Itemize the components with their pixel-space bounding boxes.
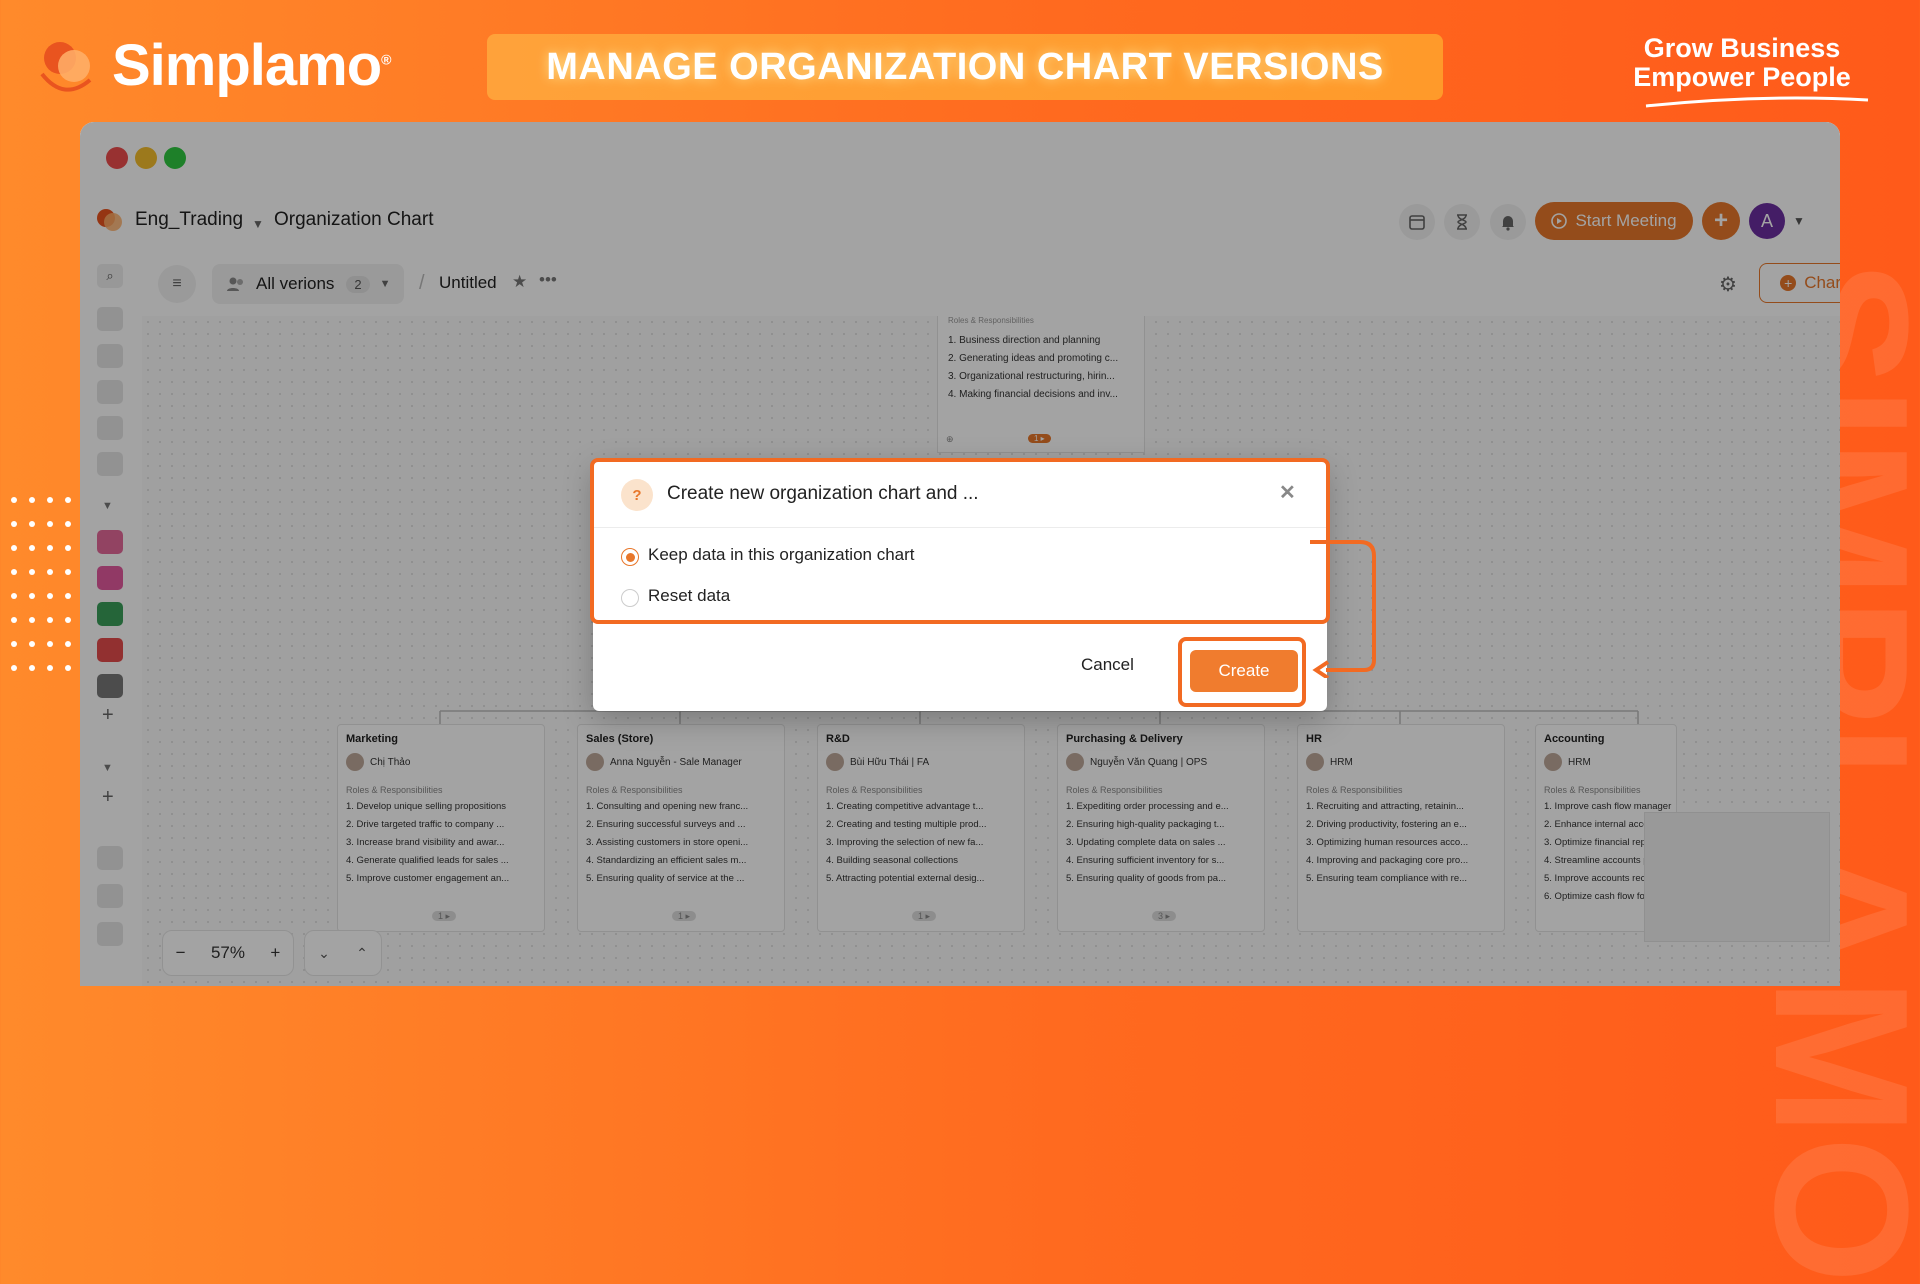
options-highlight	[590, 458, 1330, 624]
callout-arrow	[1310, 540, 1376, 678]
banner-title: MANAGE ORGANIZATION CHART VERSIONS	[487, 34, 1443, 100]
tagline-underline	[1645, 96, 1869, 108]
create-button-highlight	[1178, 637, 1306, 707]
simplamo-logo-icon	[40, 42, 92, 92]
brand-name: Simplamo®	[112, 33, 392, 98]
decorative-dots	[11, 497, 71, 671]
cancel-button[interactable]: Cancel	[1081, 655, 1134, 675]
tagline: Grow Business Empower People	[1633, 33, 1851, 92]
